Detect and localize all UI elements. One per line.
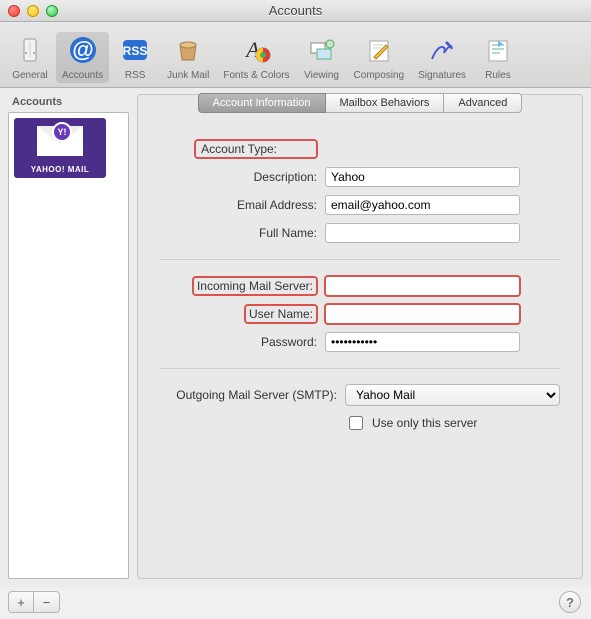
label-username: User Name: (160, 305, 325, 323)
label-description: Description: (160, 170, 325, 184)
label-smtp: Outgoing Mail Server (SMTP): (160, 388, 345, 402)
username-input[interactable] (325, 304, 520, 324)
tabstrip: Account Information Mailbox Behaviors Ad… (138, 93, 582, 113)
help-icon: ? (566, 595, 574, 610)
tab-account-information[interactable]: Account Information (198, 93, 326, 113)
row-full-name: Full Name: (160, 221, 560, 245)
toolbar-item-accounts[interactable]: @ Accounts (56, 32, 109, 83)
toolbar-item-viewing[interactable]: Viewing (298, 32, 346, 83)
font-colors-icon: A (240, 34, 272, 66)
account-form: Account Type: Description: Email Address… (152, 125, 568, 447)
row-description: Description: (160, 165, 560, 189)
label-email: Email Address: (160, 198, 325, 212)
accounts-list[interactable]: Y! YAHOO! MAIL (8, 112, 129, 579)
rss-icon: RSS (119, 34, 151, 66)
window-title: Accounts (0, 3, 591, 18)
toolbar-item-rules[interactable]: Rules (474, 32, 522, 83)
account-brand: YAHOO! MAIL (31, 165, 90, 174)
toolbar-item-rss[interactable]: RSS RSS (111, 32, 159, 83)
remove-account-button[interactable]: − (34, 591, 60, 613)
toolbar-label: RSS (125, 70, 146, 81)
toolbar-label: Accounts (62, 70, 103, 81)
help-button[interactable]: ? (559, 591, 581, 613)
rules-icon (482, 34, 514, 66)
toolbar-label: Signatures (418, 70, 466, 81)
gear-icon (14, 34, 46, 66)
label-full-name: Full Name: (160, 226, 325, 240)
smtp-select[interactable]: Yahoo Mail (345, 384, 560, 406)
svg-text:@: @ (72, 37, 93, 62)
use-only-checkbox[interactable] (349, 416, 363, 430)
add-account-button[interactable]: + (8, 591, 34, 613)
svg-text:RSS: RSS (123, 44, 148, 58)
row-username: User Name: (160, 302, 560, 326)
sidebar-header: Accounts (8, 94, 129, 112)
toolbar-item-composing[interactable]: Composing (348, 32, 411, 83)
divider (160, 259, 560, 260)
use-only-label: Use only this server (372, 416, 477, 430)
toolbar-item-signatures[interactable]: Signatures (412, 32, 472, 83)
minus-icon: − (43, 595, 51, 610)
full-name-input[interactable] (325, 223, 520, 243)
at-icon: @ (67, 34, 99, 66)
viewing-icon (306, 34, 338, 66)
preferences-toolbar: General @ Accounts RSS RSS Junk Mail A (0, 22, 591, 88)
main-content: Accounts Y! YAHOO! MAIL Account Informat… (0, 88, 591, 587)
description-input[interactable] (325, 167, 520, 187)
password-input[interactable] (325, 332, 520, 352)
tab-mailbox-behaviors[interactable]: Mailbox Behaviors (326, 93, 445, 113)
toolbar-label: Junk Mail (167, 70, 209, 81)
toolbar-item-general[interactable]: General (6, 32, 54, 83)
row-account-type: Account Type: (160, 137, 560, 161)
incoming-server-input[interactable] (325, 276, 520, 296)
row-incoming-server: Incoming Mail Server: (160, 274, 560, 298)
row-password: Password: (160, 330, 560, 354)
tab-advanced[interactable]: Advanced (444, 93, 522, 113)
toolbar-label: General (12, 70, 48, 81)
plus-icon: + (17, 595, 25, 610)
accounts-sidebar: Accounts Y! YAHOO! MAIL (8, 94, 129, 579)
label-account-type: Account Type: (160, 140, 325, 158)
toolbar-label: Rules (485, 70, 511, 81)
toolbar-label: Composing (354, 70, 405, 81)
toolbar-item-junk-mail[interactable]: Junk Mail (161, 32, 215, 83)
toolbar-label: Viewing (304, 70, 339, 81)
trash-icon (172, 34, 204, 66)
toolbar-item-fonts-colors[interactable]: A Fonts & Colors (217, 32, 295, 83)
row-email: Email Address: (160, 193, 560, 217)
toolbar-label: Fonts & Colors (223, 70, 289, 81)
row-use-only: Use only this server (160, 411, 560, 435)
label-incoming-server: Incoming Mail Server: (160, 277, 325, 295)
row-smtp: Outgoing Mail Server (SMTP): Yahoo Mail (160, 383, 560, 407)
yahoo-badge-icon: Y! (52, 122, 72, 142)
titlebar: Accounts (0, 0, 591, 22)
account-tile[interactable]: Y! YAHOO! MAIL (14, 118, 106, 178)
email-input[interactable] (325, 195, 520, 215)
signature-icon (426, 34, 458, 66)
compose-icon (363, 34, 395, 66)
sidebar-footer: + − (8, 591, 60, 613)
divider (160, 368, 560, 369)
account-detail-panel: Account Information Mailbox Behaviors Ad… (137, 94, 583, 579)
label-password: Password: (160, 335, 325, 349)
